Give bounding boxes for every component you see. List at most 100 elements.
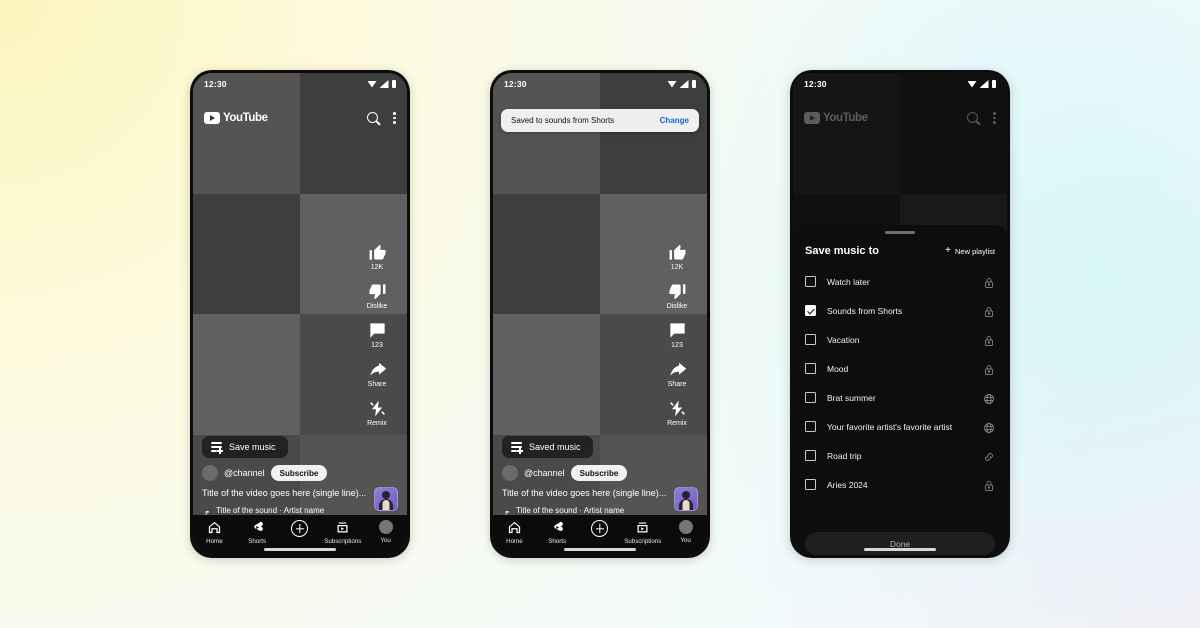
playlist-checkbox[interactable] (805, 305, 816, 316)
nav-label-home: Home (206, 537, 223, 545)
lock-icon (983, 276, 995, 288)
nav-label-home: Home (506, 537, 523, 545)
channel-name[interactable]: @channel (224, 468, 265, 478)
youtube-logo[interactable]: YouTube (204, 112, 268, 124)
signal-icon (679, 80, 689, 88)
remix-icon (668, 399, 687, 418)
comment-icon (668, 321, 687, 340)
video-title: Title of the video goes here (single lin… (202, 488, 367, 498)
like-count: 12K (670, 264, 684, 271)
youtube-play-icon (204, 112, 220, 124)
remix-button[interactable]: Remix (667, 399, 687, 427)
playlist-checkbox[interactable] (805, 276, 816, 287)
playlist-checkbox[interactable] (805, 363, 816, 374)
sound-album-art[interactable] (674, 487, 698, 511)
playlist-checkbox[interactable] (805, 421, 816, 432)
youtube-wordmark: YouTube (823, 112, 868, 124)
like-button[interactable]: 12K (368, 243, 387, 271)
nav-item-home[interactable]: Home (494, 520, 534, 545)
plus-icon: + (945, 245, 951, 256)
remix-button[interactable]: Remix (367, 399, 387, 427)
nav-item-subscriptions[interactable]: Subscriptions (623, 520, 663, 545)
nav-item-home[interactable]: Home (194, 520, 234, 545)
dislike-button[interactable]: Dislike (667, 282, 687, 310)
share-label: Share (667, 381, 687, 388)
save-music-button[interactable]: Save music (202, 436, 288, 458)
playlist-row-watch-later[interactable]: Watch later (805, 267, 995, 296)
music-note-icon (202, 506, 211, 518)
like-button[interactable]: 12K (668, 243, 687, 271)
nav-item-create[interactable] (580, 520, 620, 537)
nav-label-you: You (680, 536, 691, 544)
nav-item-you[interactable]: You (366, 520, 406, 544)
wifi-icon (967, 81, 977, 88)
channel-row: @channel Subscribe (202, 465, 398, 481)
youtube-play-icon (804, 112, 820, 124)
nav-item-subscriptions[interactable]: Subscriptions (323, 520, 363, 545)
nav-item-you[interactable]: You (666, 520, 706, 544)
playlist-row-mood[interactable]: Mood (805, 354, 995, 383)
youtube-logo: YouTube (804, 112, 868, 124)
lock-icon (983, 479, 995, 491)
subscribe-button[interactable]: Subscribe (570, 465, 628, 481)
playlist-name: Watch later (827, 276, 870, 287)
playlist-checkbox[interactable] (805, 334, 816, 345)
comments-button[interactable]: 123 (368, 321, 387, 349)
playlist-checkbox[interactable] (805, 479, 816, 490)
status-icons (967, 79, 996, 89)
search-icon[interactable] (367, 111, 380, 125)
phone-2-saved-toast: 12:30 Saved to sounds from Shorts Change… (490, 70, 710, 558)
battery-icon (691, 79, 696, 89)
wifi-icon (667, 81, 677, 88)
add-to-playlist-icon (511, 442, 523, 455)
playlist-row-sounds-from-shorts[interactable]: Sounds from Shorts (805, 296, 995, 325)
share-button[interactable]: Share (368, 360, 387, 388)
nav-item-create[interactable] (280, 520, 320, 537)
playlist-row-favorite-artist[interactable]: Your favorite artist's favorite artist (805, 412, 995, 441)
done-button[interactable]: Done (805, 532, 995, 555)
saved-music-label: Saved music (529, 442, 581, 452)
channel-row: @channel Subscribe (502, 465, 698, 481)
dislike-button[interactable]: Dislike (367, 282, 387, 310)
playlist-row-brat-summer[interactable]: Brat summer (805, 383, 995, 412)
playlist-name: Your favorite artist's favorite artist (827, 421, 953, 432)
toast-change-link[interactable]: Change (660, 116, 689, 125)
new-playlist-button[interactable]: + New playlist (945, 246, 995, 256)
channel-avatar[interactable] (202, 465, 218, 481)
sound-row[interactable]: Title of the sound · Artist name (202, 506, 398, 518)
playlist-name: Brat summer (827, 392, 876, 403)
sound-album-art[interactable] (374, 487, 398, 511)
music-note-icon (502, 506, 511, 518)
share-button[interactable]: Share (668, 360, 687, 388)
kebab-menu-icon[interactable] (393, 112, 396, 124)
sound-title: Title of the sound · Artist name (516, 506, 625, 515)
shorts-icon (550, 520, 565, 535)
playlist-checkbox[interactable] (805, 450, 816, 461)
battery-icon (991, 79, 996, 89)
shorts-icon (250, 520, 265, 535)
playlist-name: Aries 2024 (827, 479, 868, 490)
phone-1-shorts-default: 12:30 YouTube 12K Dislike 123 Share Remi… (190, 70, 410, 558)
comments-button[interactable]: 123 (668, 321, 687, 349)
nav-item-shorts[interactable]: Shorts (537, 520, 577, 545)
sound-row[interactable]: Title of the sound · Artist name (502, 506, 698, 518)
signal-icon (379, 80, 389, 88)
channel-name[interactable]: @channel (524, 468, 565, 478)
wifi-icon (367, 81, 377, 88)
create-plus-icon (291, 520, 309, 537)
status-clock: 12:30 (504, 79, 527, 89)
saved-toast: Saved to sounds from Shorts Change (501, 109, 699, 132)
subscribe-button[interactable]: Subscribe (270, 465, 328, 481)
playlist-checkbox[interactable] (805, 392, 816, 403)
playlist-row-road-trip[interactable]: Road trip (805, 441, 995, 470)
app-bar: YouTube (793, 103, 1007, 133)
channel-avatar[interactable] (502, 465, 518, 481)
phone-3-screen: 12:30 YouTube Save music to + New playli… (793, 73, 1007, 555)
playlist-row-aries-2024[interactable]: Aries 2024 (805, 470, 995, 499)
app-bar-actions (967, 111, 996, 125)
nav-item-shorts[interactable]: Shorts (237, 520, 277, 545)
remix-icon (368, 399, 387, 418)
saved-music-button[interactable]: Saved music (502, 436, 593, 458)
playlist-row-vacation[interactable]: Vacation (805, 325, 995, 354)
action-rail: 12K Dislike 123 Share Remix (356, 243, 398, 427)
